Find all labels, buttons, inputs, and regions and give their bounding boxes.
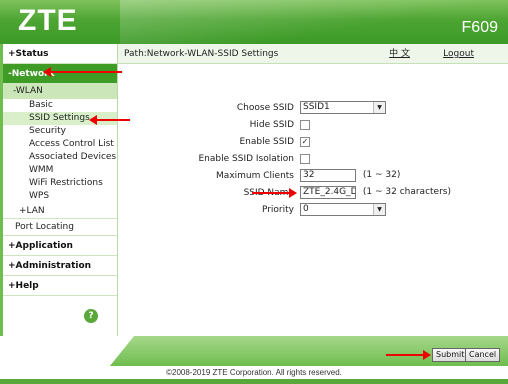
max-clients-hint: (1 ~ 32) bbox=[362, 170, 401, 180]
row-priority: Priority 0 ▼ bbox=[0, 203, 508, 217]
ssid-name-hint: (1 ~ 32 characters) bbox=[362, 187, 451, 197]
ssid-isolation-checkbox[interactable] bbox=[300, 154, 310, 164]
cancel-button[interactable]: Cancel bbox=[465, 348, 501, 362]
nav-application[interactable]: +Application bbox=[3, 236, 117, 256]
annotation-arrow-ssid-name bbox=[252, 188, 297, 198]
model-name: F609 bbox=[461, 19, 498, 36]
chevron-down-icon: ▼ bbox=[373, 102, 385, 113]
nav-network[interactable]: -Network bbox=[3, 64, 117, 84]
nav-help[interactable]: +Help bbox=[3, 276, 117, 296]
priority-label: Priority bbox=[261, 205, 294, 215]
enable-ssid-checkbox[interactable]: ✓ bbox=[300, 137, 310, 147]
ssid-isolation-label: Enable SSID Isolation bbox=[198, 154, 295, 164]
nav-administration[interactable]: +Administration bbox=[3, 256, 117, 276]
choose-ssid-value: SSID1 bbox=[303, 102, 330, 112]
logout-link[interactable]: Logout bbox=[443, 44, 474, 64]
max-clients-input[interactable]: 32 bbox=[300, 169, 356, 182]
choose-ssid-label: Choose SSID bbox=[236, 103, 294, 113]
submit-button[interactable]: Submit bbox=[432, 348, 469, 362]
row-max-clients: Maximum Clients 32 (1 ~ 32) bbox=[0, 169, 508, 183]
hide-ssid-checkbox[interactable] bbox=[300, 120, 310, 130]
header-banner: ZTE F609 bbox=[0, 0, 508, 44]
footer-white-wedge bbox=[0, 336, 134, 366]
chevron-down-icon: ▼ bbox=[373, 204, 385, 215]
copyright-text: ©2008-2019 ZTE Corporation. All rights r… bbox=[166, 368, 342, 377]
brand-logo: ZTE bbox=[18, 4, 78, 37]
row-ssid-isolation: Enable SSID Isolation bbox=[0, 152, 508, 166]
bottom-stripe bbox=[0, 379, 508, 384]
row-enable-ssid: Enable SSID ✓ bbox=[0, 135, 508, 149]
footer-bar: Submit Cancel bbox=[0, 336, 508, 366]
annotation-arrow-submit bbox=[386, 350, 431, 360]
priority-select[interactable]: 0 ▼ bbox=[300, 203, 386, 216]
ssid-name-input[interactable]: ZTE_2.4G_Dk bbox=[300, 186, 356, 199]
nav-wlan[interactable]: -WLAN bbox=[3, 84, 117, 99]
hide-ssid-label: Hide SSID bbox=[249, 120, 294, 130]
choose-ssid-select[interactable]: SSID1 ▼ bbox=[300, 101, 386, 114]
header-swoosh bbox=[120, 0, 508, 44]
nav-status[interactable]: +Status bbox=[3, 44, 117, 64]
enable-ssid-label: Enable SSID bbox=[239, 137, 294, 147]
nav-port-locating[interactable]: Port Locating bbox=[3, 219, 117, 236]
breadcrumb-bar: Path:Network-WLAN-SSID Settings 中 文 Logo… bbox=[118, 44, 508, 64]
row-choose-ssid: Choose SSID SSID1 ▼ bbox=[0, 101, 508, 115]
annotation-arrow-network bbox=[43, 67, 122, 77]
row-hide-ssid: Hide SSID bbox=[0, 118, 508, 132]
annotation-arrow-ssid-settings bbox=[89, 115, 130, 125]
priority-value: 0 bbox=[303, 204, 309, 214]
help-icon[interactable]: ? bbox=[84, 309, 98, 323]
max-clients-label: Maximum Clients bbox=[216, 171, 294, 181]
breadcrumb: Path:Network-WLAN-SSID Settings bbox=[124, 49, 279, 59]
language-link[interactable]: 中 文 bbox=[389, 44, 410, 64]
